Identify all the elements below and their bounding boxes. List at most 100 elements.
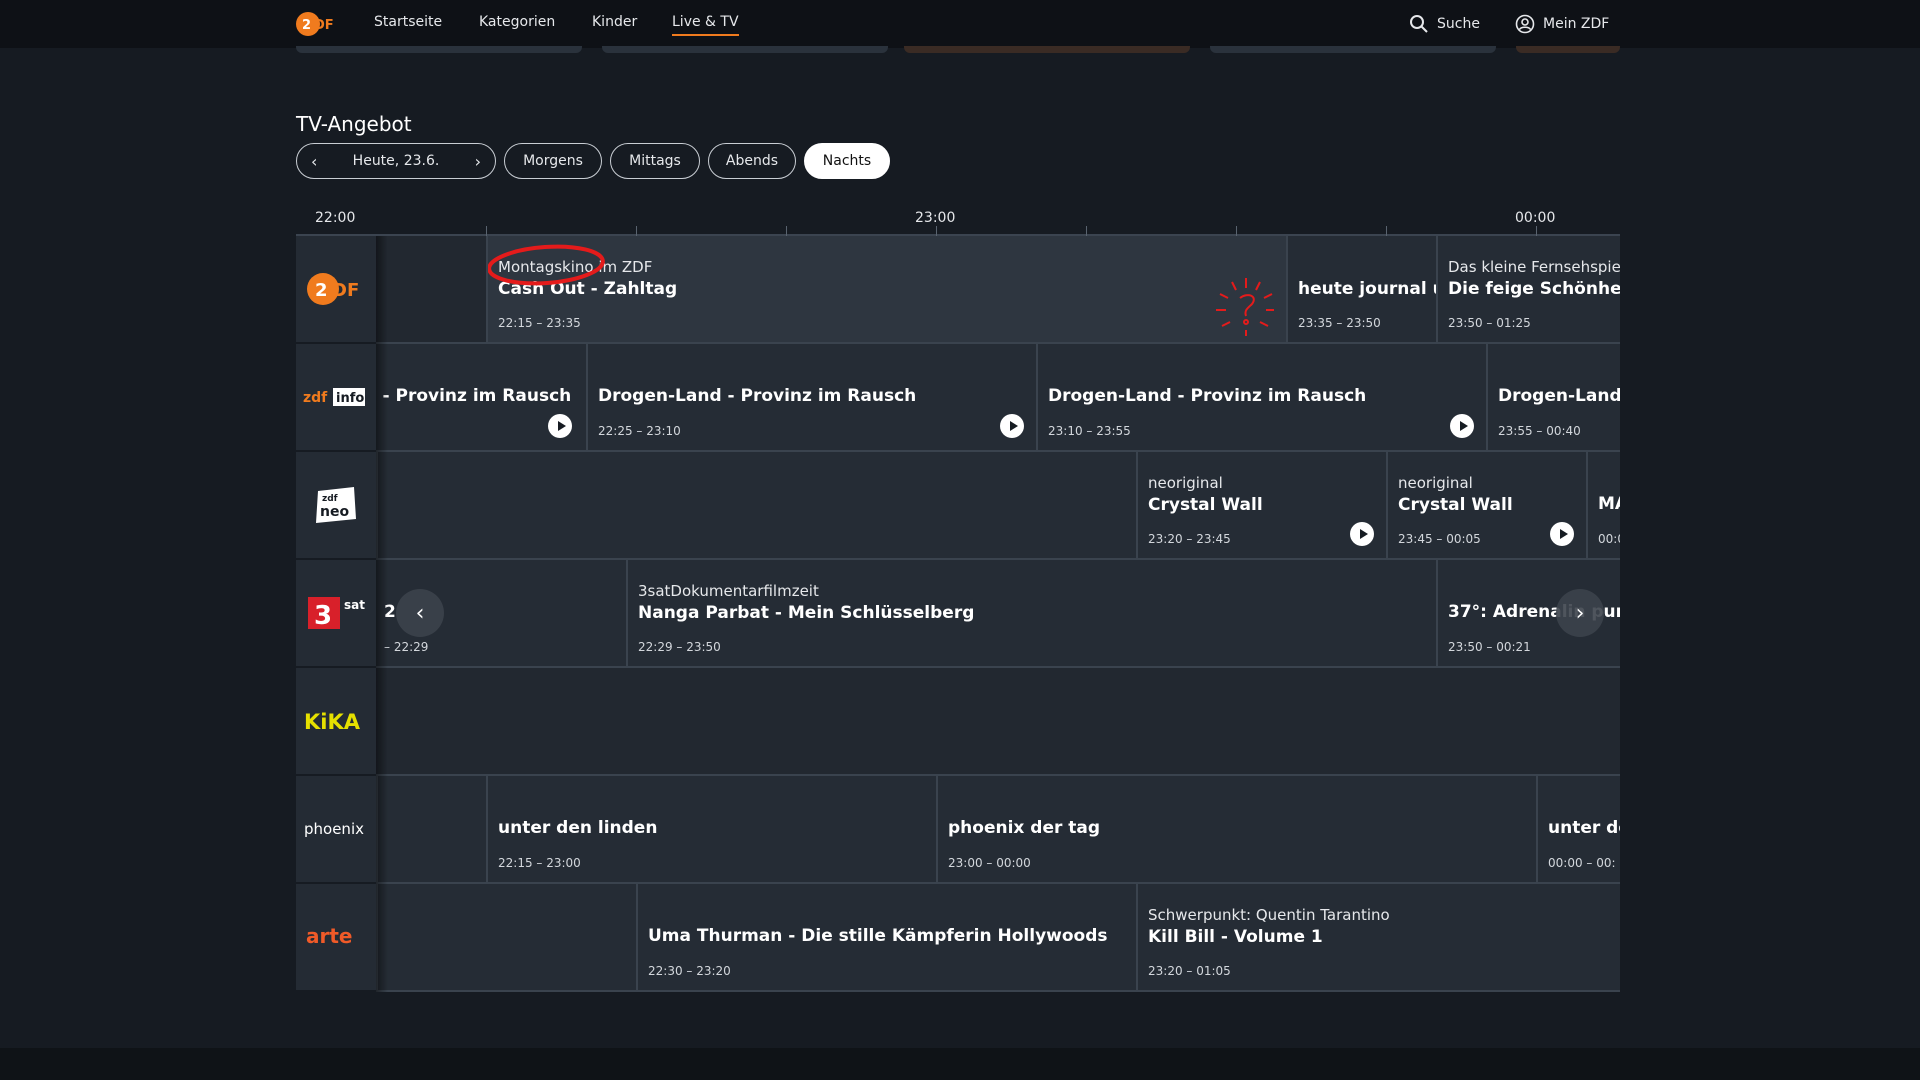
program-title: Crystal Wall: [1148, 495, 1263, 515]
channel-phoenix[interactable]: phoenix: [296, 776, 376, 884]
program-cell[interactable]: [376, 884, 636, 990]
chevron-left-icon[interactable]: ‹: [311, 152, 317, 171]
program-title: phoenix der tag: [948, 818, 1101, 838]
program-title: Nanga Parbat - Mein Schlüsselberg: [638, 603, 975, 623]
scroll-fade: [376, 236, 388, 992]
zdfneo-channel-logo: zdf neo: [316, 487, 356, 523]
date-selector: ‹ Heute, 23.6. ›: [296, 143, 496, 179]
svg-text:DF: DF: [332, 280, 359, 301]
nav-kategorien[interactable]: Kategorien: [479, 14, 555, 30]
svg-text:info: info: [336, 391, 364, 406]
program-cell[interactable]: [376, 452, 1136, 558]
program-cell[interactable]: [376, 776, 486, 882]
top-navigation: 2 DF Startseite Kategorien Kinder Live &…: [0, 0, 1920, 48]
teaser-card[interactable]: [1516, 46, 1620, 53]
channel-arte[interactable]: arte: [296, 884, 376, 992]
teaser-card[interactable]: [1210, 46, 1496, 53]
channel-zdf[interactable]: 2 DF: [296, 236, 376, 344]
nav-kinder[interactable]: Kinder: [592, 14, 637, 30]
time-tick: [1236, 226, 1237, 236]
program-cell[interactable]: heute journal update 23:35 – 23:50: [1286, 236, 1436, 342]
filter-nachts[interactable]: Nachts: [804, 143, 890, 179]
program-time: – 22:29: [384, 640, 429, 654]
program-time: 23:45 – 00:05: [1398, 532, 1481, 546]
program-subtitle: 3satDokumentarfilmzeit: [638, 582, 819, 600]
program-title: unter den linden: [498, 818, 658, 838]
zdfinfo-channel-logo: zdf info: [303, 388, 365, 406]
channel-zdfneo[interactable]: zdf neo: [296, 452, 376, 560]
scroll-right-button[interactable]: ›: [1556, 589, 1604, 637]
program-cell[interactable]: Drogen-Land 23:55 – 00:40: [1486, 344, 1620, 450]
nav-startseite[interactable]: Startseite: [374, 14, 442, 30]
teaser-card[interactable]: [296, 46, 582, 53]
row-divider: [376, 990, 1620, 992]
program-time: 22:15 – 23:35: [498, 316, 581, 330]
page-footer-strip: [0, 1048, 1920, 1080]
channel-zdfinfo[interactable]: zdf info: [296, 344, 376, 452]
program-cell[interactable]: Drogen-Land - Provinz im Rausch 22:25 – …: [586, 344, 1036, 450]
program-time: 22:15 – 23:00: [498, 856, 581, 870]
play-icon[interactable]: [548, 414, 572, 438]
program-cell[interactable]: phoenix der tag 23:00 – 00:00: [936, 776, 1536, 882]
program-cell[interactable]: neoriginal Crystal Wall 23:45 – 00:05: [1386, 452, 1586, 558]
play-icon[interactable]: [1350, 522, 1374, 546]
program-title: Drogen-Land: [1498, 386, 1620, 406]
chevron-right-icon[interactable]: ›: [475, 152, 481, 171]
section-title: TV-Angebot: [296, 112, 412, 136]
time-tick: [936, 226, 937, 236]
nav-live-tv[interactable]: Live & TV: [672, 14, 739, 36]
program-subtitle: neoriginal: [1398, 474, 1473, 492]
scroll-left-button[interactable]: ‹: [396, 589, 444, 637]
program-cell[interactable]: Schwerpunkt: Quentin Tarantino Kill Bill…: [1136, 884, 1620, 990]
program-time: 23:20 – 01:05: [1148, 964, 1231, 978]
filter-mittags[interactable]: Mittags: [610, 143, 700, 179]
program-cell[interactable]: Das kleine Fernsehspiel Die feige Schönh…: [1436, 236, 1620, 342]
search-label: Suche: [1437, 16, 1480, 32]
svg-text:KiKA: KiKA: [304, 710, 361, 734]
chevron-left-icon: ‹: [415, 600, 425, 626]
teaser-card[interactable]: [904, 46, 1190, 53]
filter-morgens[interactable]: Morgens: [504, 143, 602, 179]
channel-3sat[interactable]: 3 sat: [296, 560, 376, 668]
program-cell[interactable]: unter den linden 00:00 – 00:: [1536, 776, 1620, 882]
svg-text:phoenix: phoenix: [304, 820, 364, 838]
teaser-card[interactable]: [602, 46, 888, 53]
account-button[interactable]: Mein ZDF: [1515, 14, 1609, 34]
arte-channel-logo: arte: [306, 924, 352, 948]
program-cell[interactable]: Drogen-Land - Provinz im Rausch 23:10 – …: [1036, 344, 1486, 450]
search-button[interactable]: Suche: [1409, 14, 1480, 34]
play-icon[interactable]: [1450, 414, 1474, 438]
play-icon[interactable]: [1550, 522, 1574, 546]
kika-channel-logo: KiKA: [304, 710, 361, 734]
program-cell[interactable]: Montagskino im ZDF Cash Out - Zahltag 22…: [486, 236, 1286, 342]
program-cell[interactable]: 3satDokumentarfilmzeit Nanga Parbat - Me…: [626, 560, 1436, 666]
chevron-right-icon: ›: [1575, 600, 1585, 626]
time-tick: [486, 226, 487, 236]
play-icon[interactable]: [1000, 414, 1024, 438]
phoenix-channel-logo: phoenix: [304, 820, 364, 838]
program-time: 22:30 – 23:20: [648, 964, 731, 978]
channel-kika[interactable]: KiKA: [296, 668, 376, 776]
zdf-channel-logo: 2 DF: [307, 273, 359, 305]
program-cell[interactable]: neoriginal Crystal Wall 23:20 – 23:45: [1136, 452, 1386, 558]
program-time: 00:00 – 00:: [1548, 856, 1616, 870]
svg-text:neo: neo: [320, 504, 349, 520]
program-title: Kill Bill - Volume 1: [1148, 927, 1323, 947]
3sat-channel-logo: 3 sat: [308, 597, 365, 631]
program-title: Drogen-Land - Provinz im Rausch: [598, 386, 917, 406]
program-cell[interactable]: MA 00:0: [1586, 452, 1620, 558]
program-time: 23:00 – 00:00: [948, 856, 1031, 870]
svg-text:arte: arte: [306, 924, 352, 948]
program-subtitle: Das kleine Fernsehspiel: [1448, 258, 1620, 276]
filter-abends[interactable]: Abends: [708, 143, 796, 179]
program-cell[interactable]: Uma Thurman - Die stille Kämpferin Holly…: [636, 884, 1136, 990]
program-cell[interactable]: unter den linden 22:15 – 23:00: [486, 776, 936, 882]
svg-text:zdf: zdf: [303, 390, 328, 406]
program-time: 23:50 – 01:25: [1448, 316, 1531, 330]
red-doodle-annotation: [1216, 278, 1274, 336]
program-title: Uma Thurman - Die stille Kämpferin Holly…: [648, 926, 1108, 946]
program-time: 22:29 – 23:50: [638, 640, 721, 654]
program-title: Crystal Wall: [1398, 495, 1513, 515]
program-time: 22:25 – 23:10: [598, 424, 681, 438]
zdf-logo[interactable]: 2 DF: [296, 12, 340, 36]
